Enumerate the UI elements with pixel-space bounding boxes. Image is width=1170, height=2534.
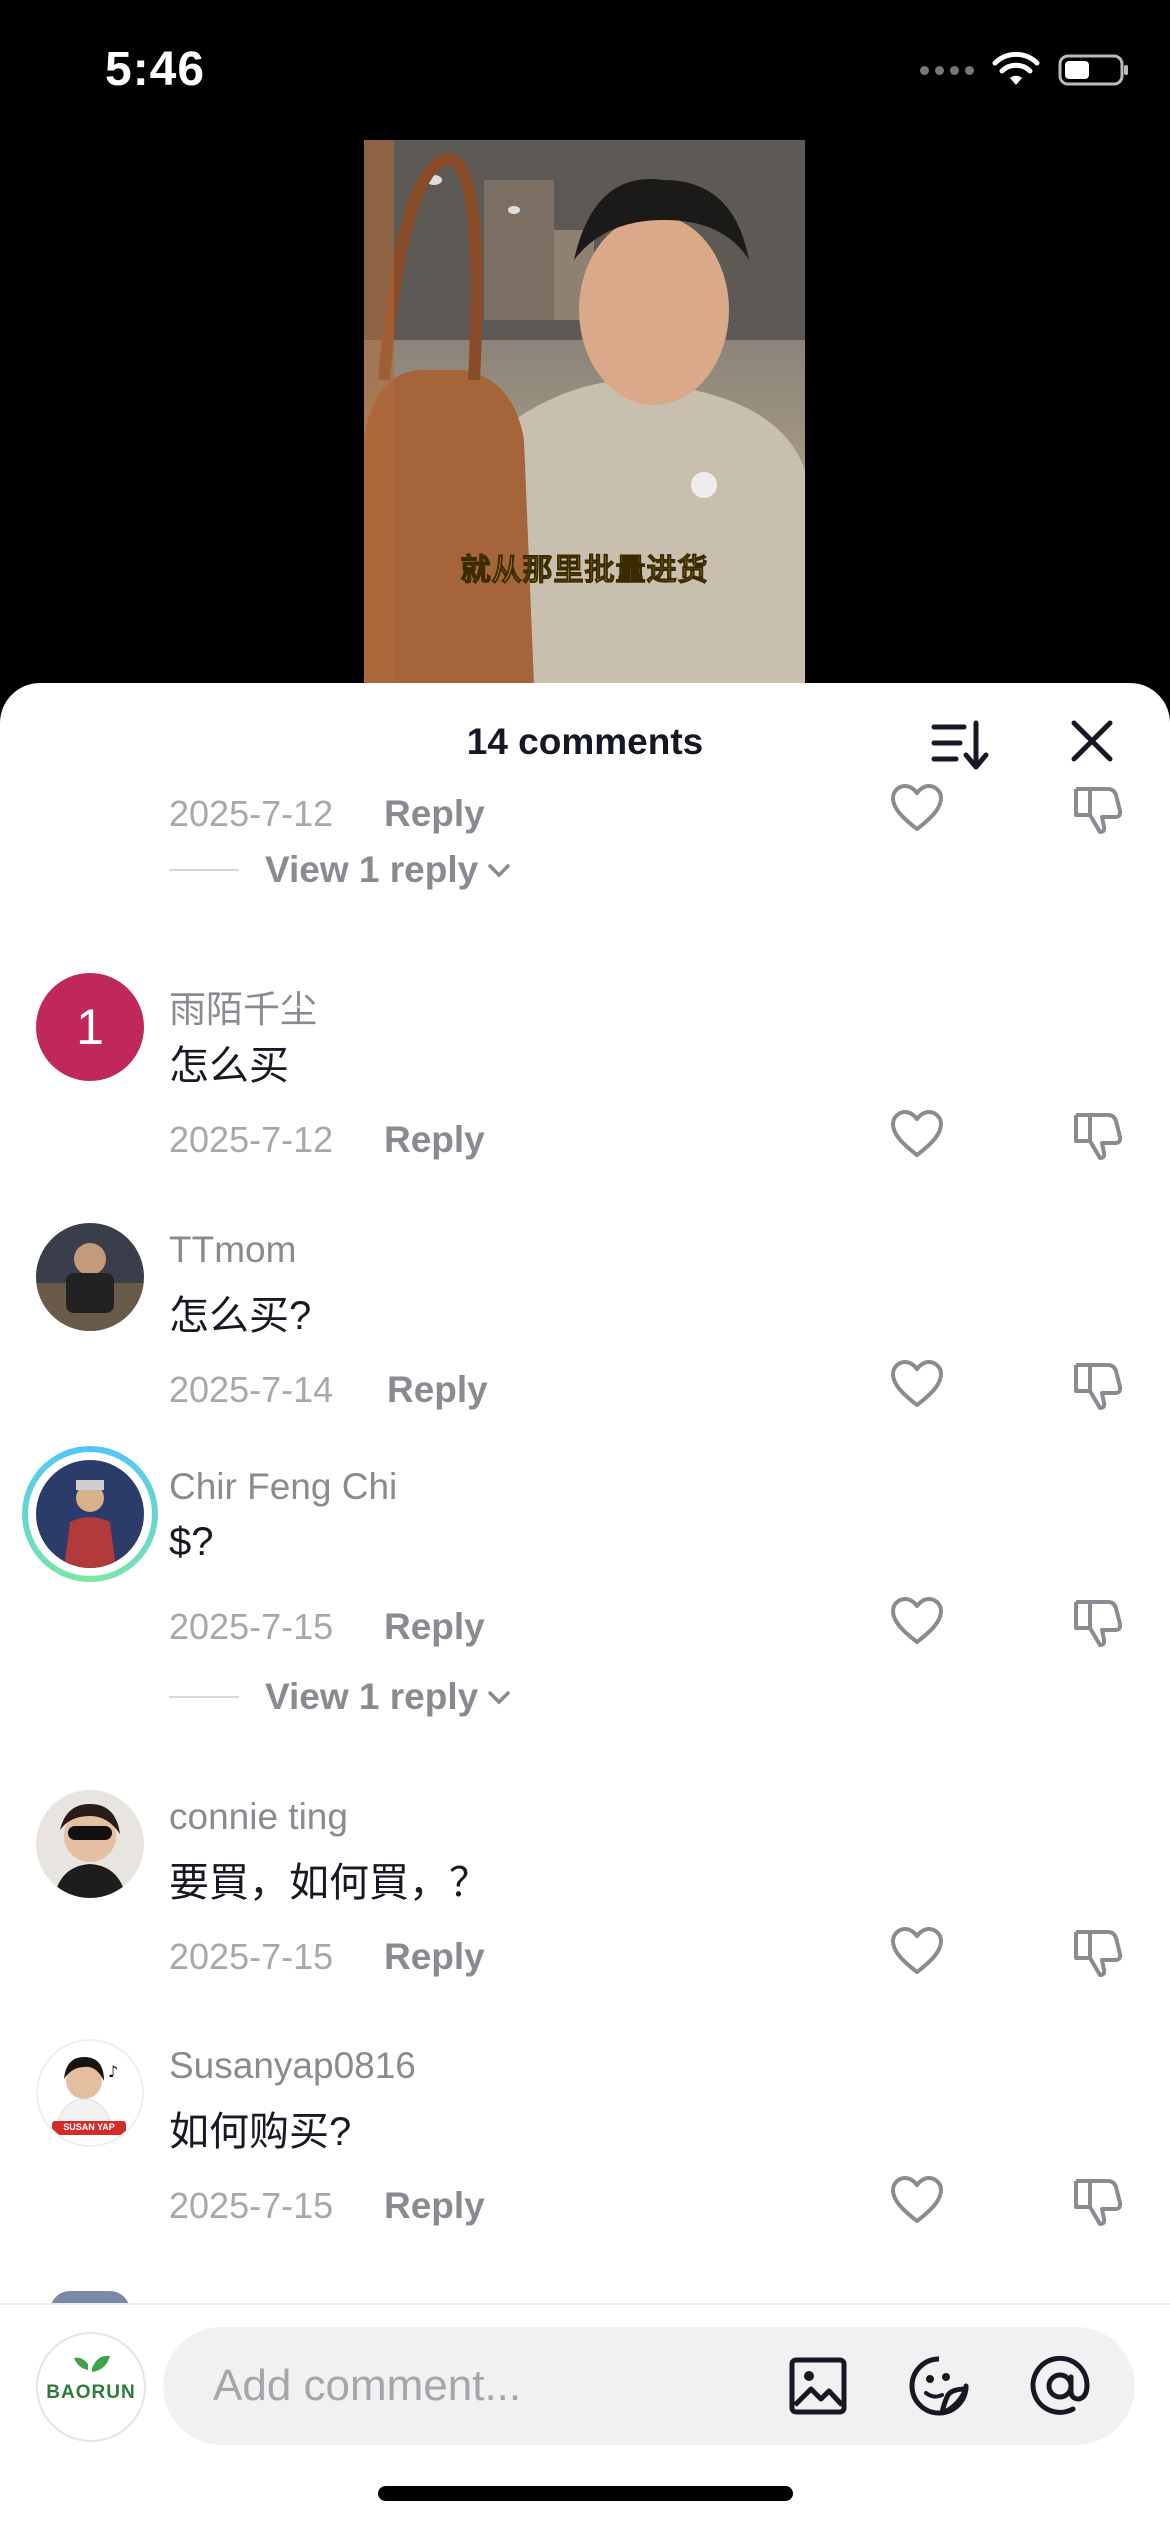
sticker-icon[interactable] [908,2355,970,2417]
comment-date: 2025-7-15 [169,1936,334,1977]
sort-icon[interactable] [928,713,992,777]
heart-icon[interactable] [890,1109,944,1159]
comment-date: 2025-7-14 [169,1369,334,1410]
svg-text:♪: ♪ [108,2062,118,2081]
video-player[interactable]: 就从那里批量进货 [364,140,805,685]
avatar-letter: 1 [76,999,104,1055]
dislike-icon[interactable] [1070,781,1124,835]
avatar[interactable] [36,1790,144,1898]
battery-icon [1058,54,1128,86]
status-time: 5:46 [105,43,206,96]
heart-icon[interactable] [890,2175,944,2225]
comment-date: 2025-7-15 [169,1606,334,1647]
video-thumbnail [364,140,805,685]
comment-item: TTmom 怎么买? 2025-7-14 Reply [0,1223,1170,1463]
comment-username[interactable]: connie ting [169,1796,348,1838]
home-indicator [378,2486,793,2501]
dislike-icon[interactable] [1070,2173,1124,2227]
video-caption: 就从那里批量进货 [460,553,709,589]
view-replies-button[interactable]: View 1 reply [169,845,512,895]
comment-date: 2025-7-12 [169,1119,334,1160]
comment-username[interactable]: Chir Feng Chi [169,1466,397,1508]
heart-icon[interactable] [890,1596,944,1646]
avatar[interactable] [36,1223,144,1331]
image-icon[interactable] [787,2355,849,2417]
comment-text: $? [169,1520,214,1564]
comment-username[interactable]: 雨陌千尘 [169,979,317,1033]
comments-sheet: 14 comments 2025-7-12 Reply View 1 reply… [0,683,1170,2532]
view-replies-button[interactable]: View 1 reply [169,1672,512,1722]
comment-input-bar: BAORUN Add comment... [0,2303,1170,2534]
avatar-badge-label: SUSAN YAP [63,2122,115,2132]
comment-item: connie ting 要買，如何買，？ 2025-7-15 Reply [0,1790,1170,2040]
comments-count: 14 comments [466,721,704,762]
reply-button[interactable]: Reply [384,793,485,835]
status-icons [920,52,1130,88]
comment-input[interactable]: Add comment... [163,2327,1135,2445]
avatar[interactable] [36,1460,144,1568]
avatar[interactable]: 1 [36,973,144,1081]
reply-button[interactable]: Reply [384,1936,485,1978]
comment-item: 2025-7-12 Reply View 1 reply [0,784,1170,1003]
reply-button[interactable]: Reply [384,2185,485,2227]
comment-date: 2025-7-15 [169,2185,334,2226]
chevron-down-icon [488,1691,510,1705]
sheet-header: 14 comments [0,683,1170,793]
avatar-image [36,1460,144,1568]
status-bar: 5:46 [0,0,1170,140]
reply-button[interactable]: Reply [384,1119,485,1161]
view-replies-label: View 1 reply [265,849,479,890]
cellular-signal-icon [920,65,974,75]
my-avatar[interactable]: BAORUN [36,2332,146,2442]
wifi-icon [992,52,1040,85]
comment-username[interactable]: Susanyap0816 [169,2045,416,2087]
comment-item: ♪ SUSAN YAP Susanyap0816 如何购买? 2025-7-15… [0,2039,1170,2289]
reply-button[interactable]: Reply [387,1369,488,1411]
avatar-image [36,1223,144,1331]
brand-logo-label: BAORUN [46,2382,136,2403]
dislike-icon[interactable] [1070,1924,1124,1978]
heart-icon[interactable] [890,1359,944,1409]
comment-text: 如何购买? [169,2110,352,2154]
comment-item: 1 雨陌千尘 怎么买 2025-7-12 Reply [0,973,1170,1223]
dislike-icon[interactable] [1070,1107,1124,1161]
mention-icon[interactable] [1029,2355,1091,2417]
heart-icon[interactable] [890,783,944,833]
comment-item: Chir Feng Chi $? 2025-7-15 Reply View 1 … [0,1446,1170,1790]
comment-text: 怎么买 [169,1044,289,1088]
dislike-icon[interactable] [1070,1594,1124,1648]
avatar-image [36,1790,144,1898]
divider [169,1696,239,1698]
heart-icon[interactable] [890,1926,944,1976]
comment-input-placeholder: Add comment... [213,2361,522,2410]
dislike-icon[interactable] [1070,1357,1124,1411]
divider [169,869,239,871]
comment-username[interactable]: TTmom [169,1229,296,1271]
chevron-down-icon [488,864,510,878]
close-icon[interactable] [1064,713,1120,769]
avatar[interactable]: ♪ SUSAN YAP [36,2039,144,2147]
comment-text: 怎么买? [169,1294,312,1338]
view-replies-label: View 1 reply [265,1676,479,1717]
reply-button[interactable]: Reply [384,1606,485,1648]
comment-date: 2025-7-12 [169,793,334,834]
comment-text: 要買，如何買，？ [169,1861,489,1905]
